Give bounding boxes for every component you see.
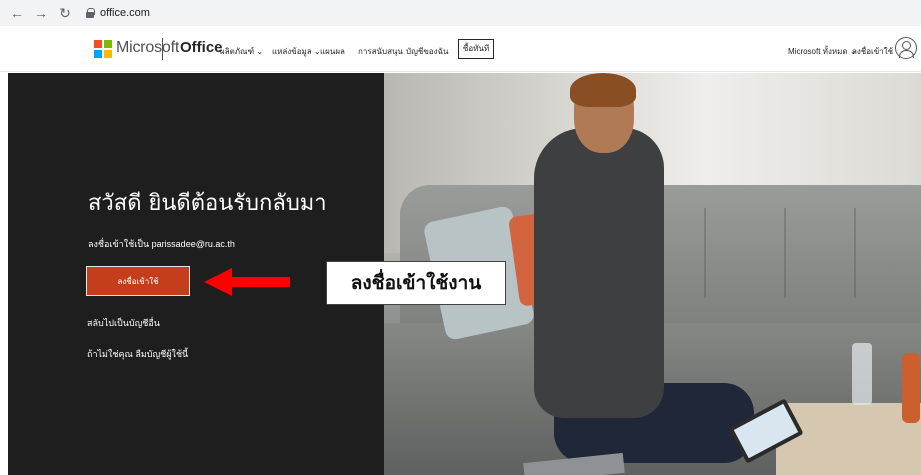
nav-item-plans[interactable]: แผนผล: [320, 45, 345, 58]
account-avatar-icon[interactable]: [895, 37, 917, 59]
nav-item-resources[interactable]: แหล่งข้อมูล ⌄: [272, 45, 321, 58]
address-bar[interactable]: office.com: [86, 7, 150, 19]
nav-item-support[interactable]: การสนับสนุน: [358, 45, 403, 58]
header-sign-in-link[interactable]: ลงชื่อเข้าใช้: [852, 45, 893, 58]
nav-item-my-account[interactable]: บัญชีของฉัน: [406, 45, 448, 58]
account-email: parissadee@ru.ac.th: [151, 239, 235, 249]
hero-section: สวัสดี ยินดีต้อนรับกลับมา ลงชื่อเข้าใช้เ…: [8, 73, 921, 475]
brand-name[interactable]: Microsoft: [116, 39, 179, 57]
forget-account-link[interactable]: ถ้าไม่ใช่คุณ ลืมบัญชีผู้ใช้นี้: [87, 347, 188, 361]
product-name[interactable]: Office: [180, 39, 223, 56]
forward-arrow-icon[interactable]: →: [34, 6, 48, 20]
nav-item-label: ผลิตภัณฑ์: [220, 47, 255, 56]
microsoft-logo-icon[interactable]: [94, 40, 112, 58]
address-text: office.com: [100, 7, 150, 19]
reload-icon[interactable]: ↻: [58, 6, 72, 20]
lock-icon: [86, 8, 95, 18]
all-microsoft-label: Microsoft ทั้งหมด: [788, 47, 848, 56]
annotation-callout: ลงชื่อเข้าใช้งาน: [326, 261, 506, 305]
buy-now-button[interactable]: ซื้อทันที: [458, 39, 495, 59]
annotation-arrow-shaft: [230, 277, 290, 287]
site-header: Microsoft Office ผลิตภัณฑ์ ⌄ แหล่งข้อมูล…: [0, 26, 921, 72]
nav-item-products[interactable]: ผลิตภัณฑ์ ⌄: [220, 45, 263, 58]
photo-person-hair: [570, 73, 636, 107]
photo-side-table: [776, 403, 921, 475]
photo-sofa-seam: [854, 208, 856, 298]
nav-item-label: แหล่งข้อมูล: [272, 47, 312, 56]
browser-toolbar: ← → ↻ office.com: [0, 0, 921, 26]
back-arrow-icon[interactable]: ←: [10, 6, 24, 20]
switch-account-link[interactable]: สลับไปเป็นบัญชีอื่น: [87, 316, 160, 330]
annotation-arrow-icon: [204, 268, 232, 296]
hero-title: สวัสดี ยินดีต้อนรับกลับมา: [88, 191, 327, 216]
photo-person-torso: [534, 128, 664, 418]
signed-in-account: ลงชื่อเข้าใช้เป็น parissadee@ru.ac.th: [88, 237, 235, 251]
chevron-down-icon: ⌄: [256, 47, 264, 56]
header-divider: [162, 38, 163, 60]
photo-sofa-seam: [784, 208, 786, 298]
all-microsoft-menu[interactable]: Microsoft ทั้งหมด ⌄: [788, 45, 857, 58]
photo-orange-vase: [902, 353, 920, 423]
photo-sofa-seam: [704, 208, 706, 298]
photo-glass-bottle: [852, 343, 872, 405]
account-prefix: ลงชื่อเข้าใช้เป็น: [88, 239, 150, 249]
sign-in-button[interactable]: ลงชื่อเข้าใช้: [86, 266, 190, 296]
